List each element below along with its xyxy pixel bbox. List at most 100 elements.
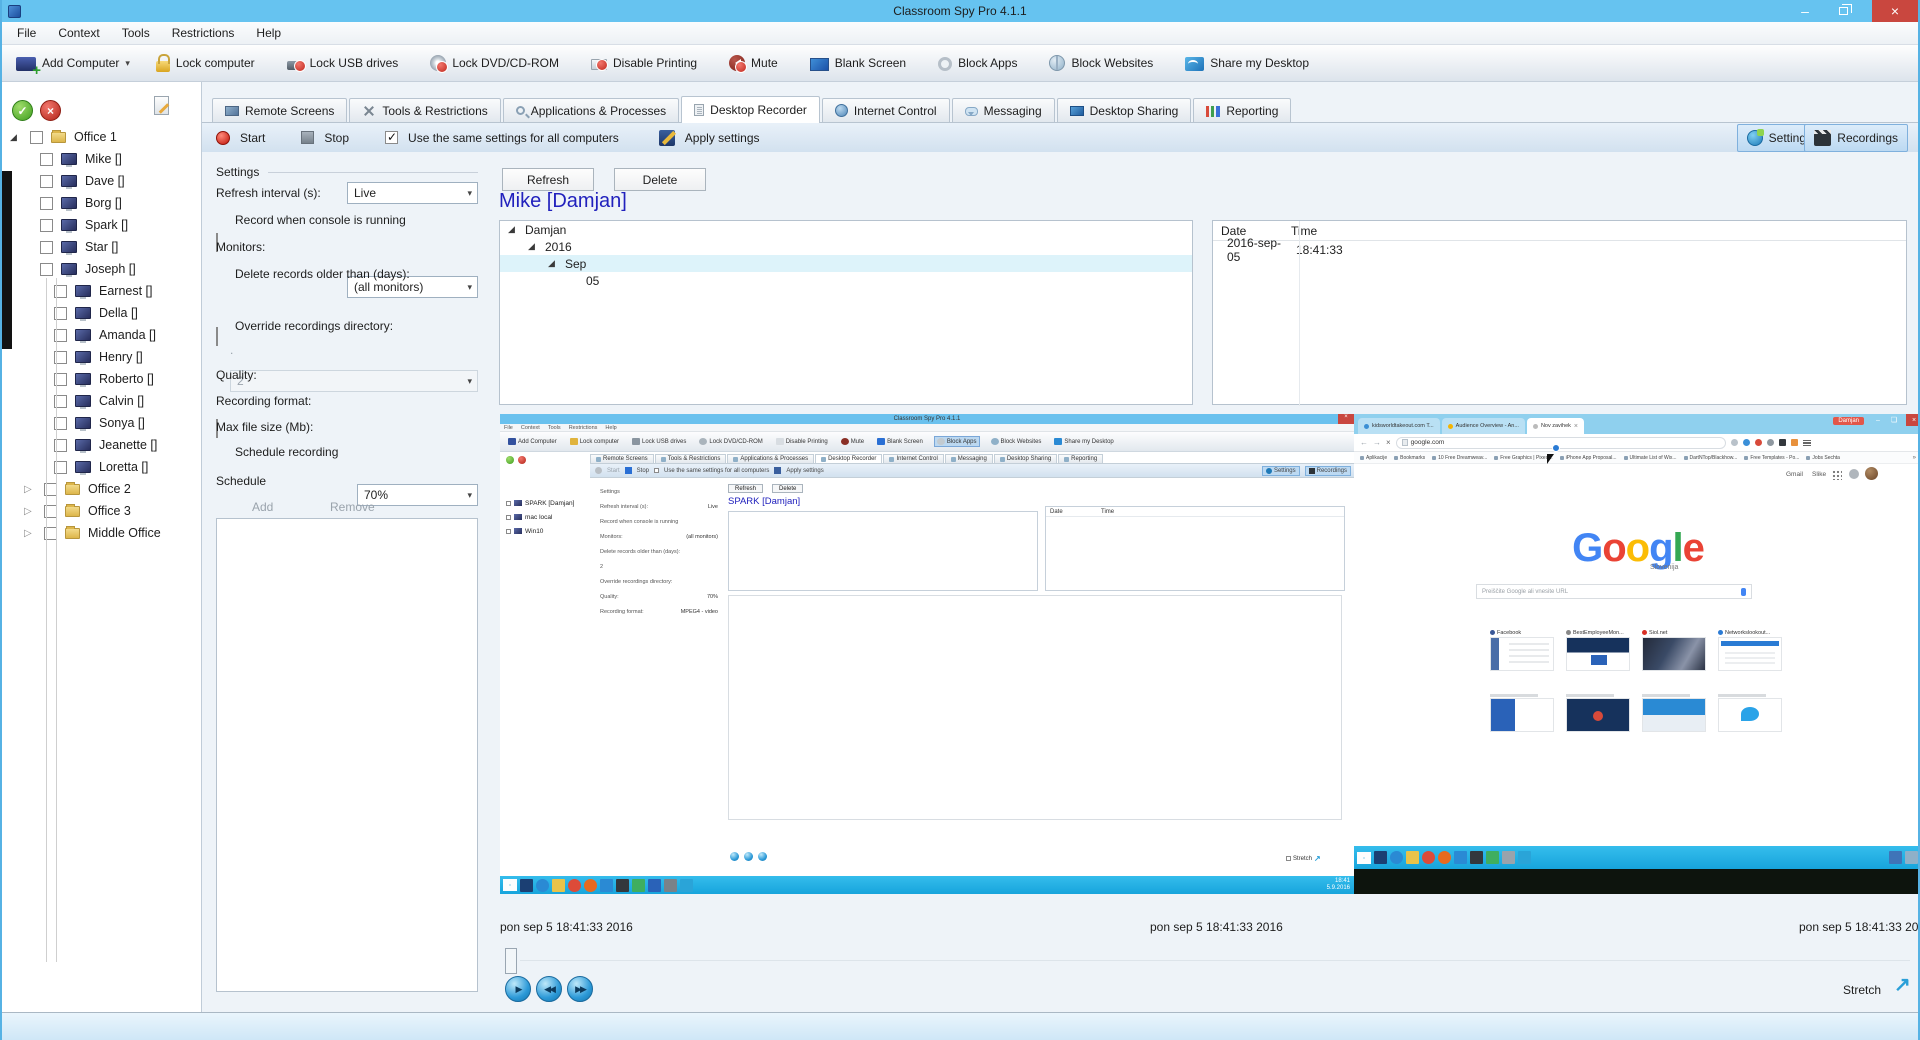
toolbar-button[interactable]: Mute xyxy=(729,55,784,71)
computer-row[interactable]: Star [] xyxy=(2,236,202,258)
computer-icon xyxy=(61,153,77,165)
tree-group-row[interactable]: ▷ Office 2 xyxy=(2,478,202,500)
same-settings-checkbox[interactable] xyxy=(385,131,398,144)
minimize-button[interactable]: – xyxy=(1788,0,1822,22)
timeline-track[interactable] xyxy=(520,960,1910,961)
tree-group-office1[interactable]: ◢ Office 1 xyxy=(2,126,202,148)
recordings-tree-node[interactable]: ◢Damjan xyxy=(500,221,1192,238)
tree-group-row[interactable]: ▷ Office 3 xyxy=(2,500,202,522)
restore-button[interactable] xyxy=(1826,0,1860,22)
preview-tab: Internet Control xyxy=(883,454,943,463)
recordings-view-button[interactable]: Recordings xyxy=(1804,124,1908,152)
expand-icon[interactable]: ◢ xyxy=(508,224,520,235)
delete-older-checkbox[interactable] xyxy=(216,327,218,346)
preview-player-box xyxy=(728,595,1342,820)
time-column-header[interactable]: Time xyxy=(1291,224,1317,238)
toolbar-button[interactable]: Share my Desktop xyxy=(1185,55,1315,71)
schedule-add-button[interactable]: Add xyxy=(252,500,273,514)
computer-row[interactable]: Della [] xyxy=(2,302,202,324)
play-button[interactable]: ▶ xyxy=(505,976,531,1002)
computer-row[interactable]: Spark [] xyxy=(2,214,202,236)
menu-item[interactable]: Help xyxy=(245,26,292,40)
computer-row[interactable]: Mike [] xyxy=(2,148,202,170)
computer-row[interactable]: Calvin [] xyxy=(2,390,202,412)
computer-row[interactable]: Jeanette [] xyxy=(2,434,202,456)
tree-group-row[interactable]: ▷ Middle Office xyxy=(2,522,202,544)
recording-row[interactable]: 2016-sep-05 18:41:33 xyxy=(1213,241,1906,258)
computer-row[interactable]: Roberto [] xyxy=(2,368,202,390)
schedule-remove-button[interactable]: Remove xyxy=(330,500,375,514)
computer-row[interactable]: Amanda [] xyxy=(2,324,202,346)
quality-select[interactable]: 70%▾ xyxy=(357,484,478,506)
collapse-icon[interactable]: ▷ xyxy=(24,528,36,539)
edit-icon[interactable] xyxy=(154,96,169,115)
delete-button[interactable]: Delete xyxy=(614,168,706,191)
toolbar-button[interactable]: Block Apps xyxy=(938,56,1023,71)
tree-scrollbar[interactable] xyxy=(46,278,47,962)
computer-checkbox[interactable] xyxy=(40,197,53,210)
toolbar-button[interactable]: Disable Printing xyxy=(591,56,703,70)
rewind-button[interactable]: ◀◀ xyxy=(536,976,562,1002)
computer-checkbox[interactable] xyxy=(40,175,53,188)
monitors-value: (all monitors) xyxy=(354,280,423,294)
menu-item[interactable]: Restrictions xyxy=(161,26,246,40)
computer-sidebar: ✓ × ◢ Office 1 Mike [] Dave xyxy=(2,82,202,1012)
menu-item[interactable]: Context xyxy=(47,26,110,40)
tab[interactable]: Internet Control xyxy=(822,98,950,122)
schedule-list[interactable] xyxy=(216,518,478,992)
close-button[interactable]: × xyxy=(1872,0,1918,22)
expand-icon[interactable]: ◢ xyxy=(528,241,540,252)
tree-node-label: 05 xyxy=(586,274,599,288)
cancel-button[interactable]: × xyxy=(40,100,61,121)
stop-button[interactable]: Stop xyxy=(324,131,349,145)
expand-icon[interactable]: ◢ xyxy=(10,132,22,143)
computer-row[interactable]: Henry [] xyxy=(2,346,202,368)
computer-row[interactable]: Dave [] xyxy=(2,170,202,192)
collapse-icon[interactable]: ▷ xyxy=(24,484,36,495)
refresh-interval-select[interactable]: Live▾ xyxy=(347,182,478,204)
recording-computer-title: Mike [Damjan] xyxy=(499,190,627,213)
menu-item[interactable]: File xyxy=(6,26,47,40)
toolbar-button[interactable]: Lock computer xyxy=(156,55,261,72)
apply-settings-button[interactable]: Apply settings xyxy=(685,131,760,145)
fast-forward-button[interactable]: ▶▶ xyxy=(567,976,593,1002)
group-checkbox[interactable] xyxy=(30,131,43,144)
tab[interactable]: Tools & Restrictions xyxy=(349,98,500,122)
computer-checkbox[interactable] xyxy=(40,219,53,232)
tab[interactable]: Desktop Recorder xyxy=(681,96,820,123)
start-button[interactable]: Start xyxy=(240,131,265,145)
computer-checkbox[interactable] xyxy=(40,153,53,166)
recordings-tree-node-selected[interactable]: ◢Sep xyxy=(500,255,1192,272)
computer-row[interactable]: Joseph [] xyxy=(2,258,202,280)
tab[interactable]: Messaging xyxy=(952,98,1055,122)
toolbar-button[interactable]: Lock USB drives xyxy=(287,56,405,70)
computer-row[interactable]: Sonya [] xyxy=(2,412,202,434)
collapse-icon[interactable]: ▷ xyxy=(24,506,36,517)
computer-checkbox[interactable] xyxy=(40,241,53,254)
computer-row[interactable]: Earnest [] xyxy=(2,280,202,302)
delete-days-select[interactable]: 2▾ xyxy=(230,370,478,392)
recordings-tree-node[interactable]: 05 xyxy=(500,272,1192,289)
toolbar-button[interactable]: Block Websites xyxy=(1049,55,1159,71)
recordings-tree-node[interactable]: ◢2016 xyxy=(500,238,1192,255)
menu-item[interactable]: Tools xyxy=(111,26,161,40)
stretch-expand-icon[interactable]: ↗ xyxy=(1894,972,1911,997)
computer-checkbox[interactable] xyxy=(40,263,53,276)
computer-row[interactable]: Loretta [] xyxy=(2,456,202,478)
tab[interactable]: Reporting xyxy=(1193,98,1291,122)
toolbar-button[interactable]: Add Computer ▾ xyxy=(16,55,130,71)
recording-preview: Classroom Spy Pro 4.1.1 × FileContextToo… xyxy=(500,414,1920,894)
computer-row[interactable]: Borg [] xyxy=(2,192,202,214)
preview-taskbar-left: 18:415.9.2016 xyxy=(500,876,1354,894)
tab[interactable]: Desktop Sharing xyxy=(1057,98,1192,122)
toolbar-button[interactable]: Lock DVD/CD-ROM xyxy=(430,55,565,71)
timeline-slider-handle[interactable] xyxy=(505,948,517,974)
tree-scrollbar-track[interactable] xyxy=(56,278,57,962)
tab[interactable]: Applications & Processes xyxy=(503,98,679,122)
preview-start-label: Start xyxy=(607,468,620,474)
confirm-button[interactable]: ✓ xyxy=(12,100,33,121)
tab[interactable]: Remote Screens xyxy=(212,98,347,122)
refresh-button[interactable]: Refresh xyxy=(502,168,594,191)
toolbar-button[interactable]: Blank Screen xyxy=(810,56,912,71)
expand-icon[interactable]: ◢ xyxy=(548,258,560,269)
